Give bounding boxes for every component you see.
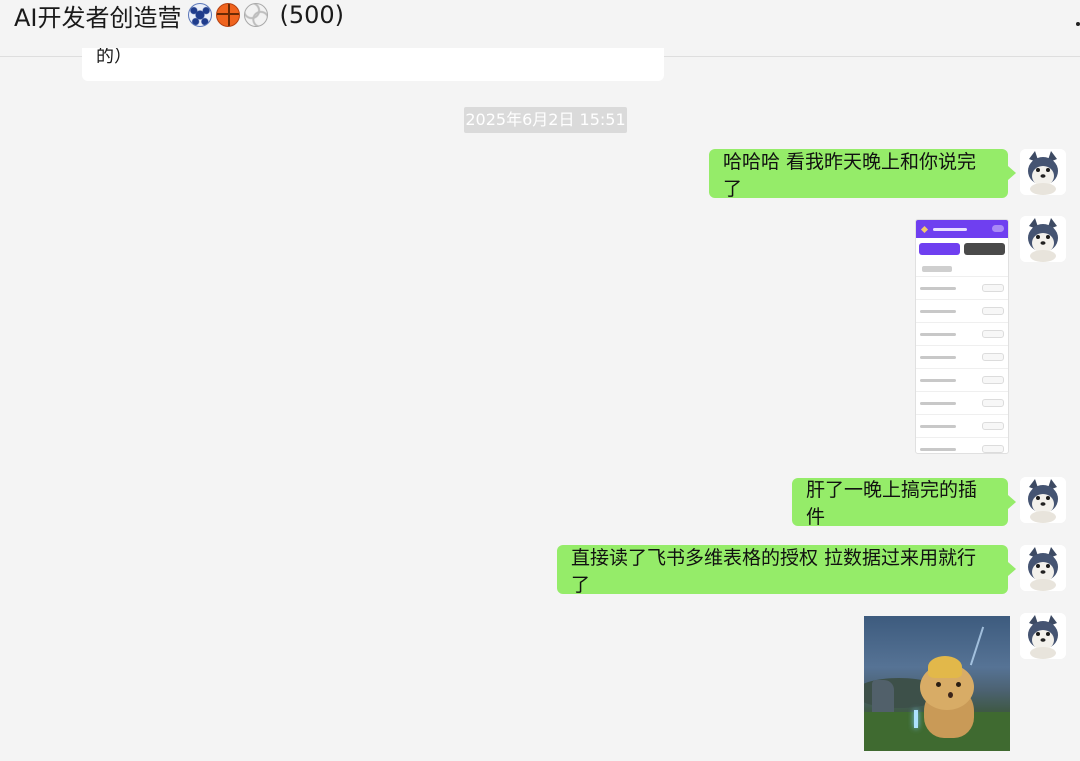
husky-avatar-icon — [1020, 149, 1066, 195]
group-name: AI开发者创造营 — [14, 3, 182, 32]
plugin-screenshot-thumbnail[interactable] — [915, 219, 1009, 454]
basketball-icon — [215, 3, 240, 27]
message-text: 肝了一晚上搞完的插件 — [806, 479, 978, 528]
user-avatar[interactable] — [1020, 613, 1066, 659]
message-timestamp: 2025年6月2日 15:51 — [464, 107, 627, 133]
husky-avatar-icon — [1020, 216, 1066, 262]
sent-message-bubble[interactable]: 直接读了飞书多维表格的授权 拉数据过来用就行了 — [557, 545, 1016, 596]
previous-message-bubble[interactable]: 的） — [82, 48, 664, 81]
chat-title-row[interactable]: AI开发者创造营 (500) — [14, 0, 345, 32]
more-options-icon[interactable] — [1076, 22, 1080, 26]
user-avatar[interactable] — [1020, 149, 1066, 195]
pencil-icon — [920, 225, 929, 233]
husky-avatar-icon — [1020, 613, 1066, 659]
sent-message-bubble[interactable]: 肝了一晚上搞完的插件 — [792, 478, 1016, 528]
member-count: (500) — [279, 1, 345, 29]
husky-avatar-icon — [1020, 545, 1066, 591]
message-text: 直接读了飞书多维表格的授权 拉数据过来用就行了 — [571, 546, 977, 596]
volleyball-icon — [243, 3, 268, 27]
husky-avatar-icon — [1020, 477, 1066, 523]
user-avatar[interactable] — [1020, 477, 1066, 523]
message-text: 哈哈哈 看我昨天晚上和你说完了 — [723, 150, 977, 200]
user-avatar[interactable] — [1020, 545, 1066, 591]
cat-gif-thumbnail[interactable] — [864, 616, 1010, 751]
plugin-panel-header — [916, 220, 1008, 238]
soccer-ball-icon — [187, 3, 212, 27]
sent-message-bubble[interactable]: 哈哈哈 看我昨天晚上和你说完了 — [709, 149, 1016, 200]
user-avatar[interactable] — [1020, 216, 1066, 262]
previous-message-text: 的） — [96, 48, 132, 67]
